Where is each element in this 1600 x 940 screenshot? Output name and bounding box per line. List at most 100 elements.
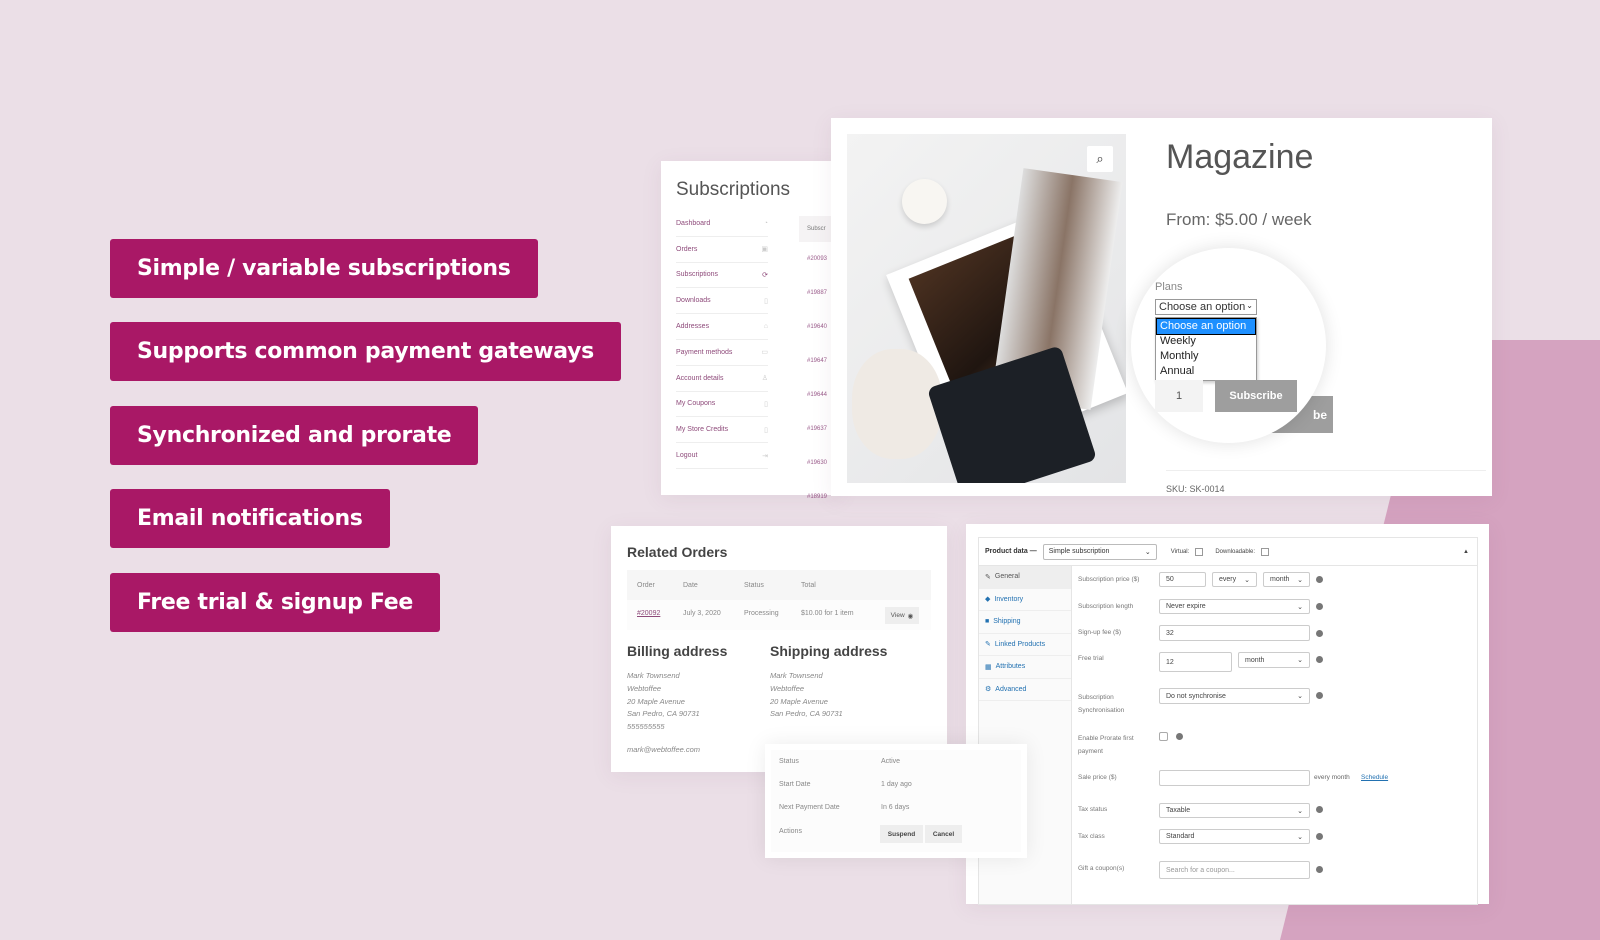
nav-item-my-coupons[interactable]: My Coupons ▯ — [676, 392, 768, 418]
product-data-header: Product data — Simple subscription ⌄ Virt… — [978, 537, 1478, 565]
subscribe-button[interactable]: Subscribe — [1215, 380, 1297, 412]
nav-item-subscriptions[interactable]: Subscriptions ⟳ — [676, 263, 768, 289]
tax-status-select[interactable]: Taxable ⌄ — [1159, 803, 1310, 818]
signup-fee-input[interactable]: 32 — [1159, 625, 1310, 641]
option-monthly[interactable]: Monthly — [1157, 349, 1255, 364]
eye-icon: ◉ — [907, 612, 914, 620]
tax-class-select[interactable]: Standard ⌄ — [1159, 829, 1310, 844]
page-title: Subscriptions — [676, 179, 791, 200]
my-account-panel: Subscriptions Dashboard ◔ Orders ▣ Subscri… — [661, 161, 841, 500]
help-icon[interactable] — [1316, 603, 1323, 610]
related-orders-panel: Related Orders Order Date Status Total #… — [611, 526, 947, 772]
subscription-status-panel: Status Active Start Date 1 day ago Next … — [765, 744, 1027, 858]
file-icon: ▯ — [764, 297, 768, 305]
billing-address: Mark Townsend Webtoffee 20 Maple Avenue … — [627, 670, 700, 757]
nav-item-payment-methods[interactable]: Payment methods ▭ — [676, 340, 768, 366]
sale-price-suffix: every month — [1314, 774, 1350, 781]
column-header: Total — [801, 582, 816, 589]
address-line: 20 Maple Avenue — [770, 696, 828, 706]
select-value: Simple subscription — [1048, 548, 1110, 555]
cancel-button[interactable]: Cancel — [925, 825, 962, 843]
view-button[interactable]: View ◉ — [885, 607, 919, 624]
downloadable-label: Downloadable: — [1215, 548, 1256, 555]
feature-badge: Simple / variable subscriptions — [110, 239, 538, 298]
column-header: Date — [683, 582, 698, 589]
help-icon[interactable] — [1316, 806, 1323, 813]
magnifier-icon[interactable]: ⌕ — [1087, 146, 1113, 172]
virtual-checkbox[interactable] — [1195, 547, 1204, 556]
credit-icon: ▯ — [764, 426, 768, 434]
option-annual[interactable]: Annual — [1157, 364, 1255, 379]
help-icon[interactable] — [1316, 576, 1323, 583]
collapse-icon[interactable]: ▲ — [1463, 549, 1469, 555]
option-weekly[interactable]: Weekly — [1157, 334, 1255, 349]
quantity-input[interactable]: 1 — [1155, 380, 1203, 412]
nav-item-downloads[interactable]: Downloads ▯ — [676, 288, 768, 315]
coupon-icon: ▯ — [764, 400, 768, 408]
select-value: Standard — [1166, 833, 1195, 840]
nav-item-account-details[interactable]: Account details ♙ — [676, 366, 768, 392]
product-page-panel: ⌕ Magazine From: $5.00 / week be Plans C… — [831, 118, 1492, 496]
address-line: Mark Townsend — [770, 671, 823, 680]
field-label: Gift a coupon(s) — [1078, 865, 1125, 872]
home-icon: ⌂ — [763, 323, 768, 331]
nav-item-store-credits[interactable]: My Store Credits ▯ — [676, 417, 768, 444]
product-type-select[interactable]: Simple subscription ⌄ — [1042, 543, 1157, 560]
product-image[interactable]: ⌕ — [847, 134, 1126, 483]
address-line: Webtoffee — [627, 683, 662, 693]
prorate-checkbox[interactable] — [1159, 732, 1168, 741]
billing-period-select[interactable]: month ⌄ — [1263, 572, 1310, 587]
chevron-down-icon: ⌄ — [1297, 807, 1303, 815]
subscription-length-select[interactable]: Never expire ⌄ — [1159, 599, 1310, 614]
synchronisation-select[interactable]: Do not synchronise ⌄ — [1159, 688, 1310, 704]
select-value: month — [1270, 576, 1290, 583]
address-line: San Pedro, CA 90731 — [627, 709, 700, 719]
schedule-link[interactable]: Schedule — [1361, 774, 1388, 781]
order-link[interactable]: #20092 — [637, 610, 660, 617]
suspend-button[interactable]: Suspend — [880, 825, 923, 843]
tab-attributes[interactable]: ▦ Attributes — [979, 656, 1071, 679]
nav-item-dashboard[interactable]: Dashboard ◔ — [676, 211, 768, 237]
status-label: Status — [779, 758, 799, 765]
select-value: Do not synchronise — [1166, 692, 1226, 700]
help-icon[interactable] — [1316, 692, 1323, 699]
chevron-down-icon: ⌄ — [1144, 548, 1151, 556]
subscription-price-input[interactable]: 50 — [1159, 572, 1206, 587]
shipping-address: Mark Townsend Webtoffee 20 Maple Avenue … — [770, 670, 843, 721]
coupon-search-input[interactable]: Search for a coupon... — [1159, 861, 1310, 879]
orders-icon: ▣ — [761, 246, 768, 254]
option-choose[interactable]: Choose an option — [1156, 318, 1256, 335]
feature-badge: Free trial & signup Fee — [110, 573, 440, 632]
nav-label: Logout — [676, 452, 698, 460]
nav-item-logout[interactable]: Logout ⇥ — [676, 443, 768, 469]
help-icon[interactable] — [1316, 833, 1323, 840]
help-icon[interactable] — [1316, 866, 1323, 873]
nav-label: Downloads — [676, 297, 711, 305]
gear-icon: ⚙ — [985, 686, 992, 694]
nav-label: My Coupons — [676, 400, 716, 408]
chevron-down-icon: ⌄ — [1297, 576, 1303, 584]
free-trial-input[interactable]: 12 — [1159, 652, 1232, 672]
chevron-down-icon: ⌄ — [1297, 833, 1303, 841]
field-label: Free trial — [1078, 655, 1104, 662]
tab-general[interactable]: ✎ General — [979, 566, 1071, 589]
column-header: Order — [637, 582, 655, 589]
help-icon[interactable] — [1316, 630, 1323, 637]
downloadable-checkbox[interactable] — [1261, 547, 1270, 556]
tab-shipping[interactable]: ■ Shipping — [979, 611, 1071, 634]
help-icon[interactable] — [1316, 656, 1323, 663]
tab-label: Attributes — [995, 663, 1026, 671]
start-date-value: 1 day ago — [881, 781, 912, 788]
trial-period-select[interactable]: month ⌄ — [1238, 652, 1310, 668]
help-icon[interactable] — [1176, 733, 1183, 740]
tab-linked-products[interactable]: ✎ Linked Products — [979, 634, 1071, 656]
plans-select[interactable]: Choose an option ⌄ — [1155, 299, 1257, 315]
nav-item-orders[interactable]: Orders ▣ — [676, 237, 768, 263]
sale-price-input[interactable] — [1159, 770, 1310, 786]
tab-inventory[interactable]: ◆ Inventory — [979, 589, 1071, 611]
tab-advanced[interactable]: ⚙ Advanced — [979, 679, 1071, 701]
nav-label: Orders — [676, 245, 698, 253]
billing-interval-select[interactable]: every ⌄ — [1212, 572, 1257, 587]
plans-label: Plans — [1155, 281, 1183, 293]
nav-item-addresses[interactable]: Addresses ⌂ — [676, 314, 768, 340]
